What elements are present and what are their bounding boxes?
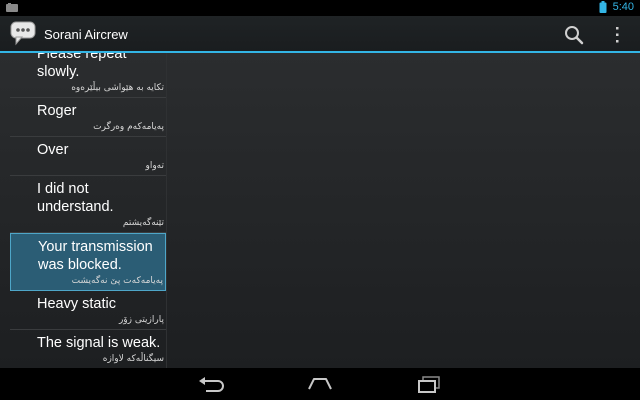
search-icon[interactable] xyxy=(564,25,584,45)
list-item[interactable]: Please repeat slowly. تکایە بە هێواشی بی… xyxy=(10,53,166,98)
recent-apps-icon[interactable] xyxy=(414,374,444,394)
phrase-english: I did not understand. xyxy=(37,181,114,215)
status-bar: 5:40 xyxy=(0,0,640,16)
phrase-sorani: تکایە بە هێواشی بیڵێرەوە xyxy=(71,83,164,93)
list-item[interactable]: The signal is weak. سیگناڵەکە لاوازە xyxy=(10,330,166,368)
status-time: 5:40 xyxy=(612,1,634,13)
back-icon[interactable] xyxy=(196,374,226,394)
phrase-english: Your transmission was blocked. xyxy=(38,239,153,273)
phrase-sorani: پەیامەکەت پێ نەگەیشت xyxy=(71,276,163,286)
phrase-sorani: تێنەگەیشتم xyxy=(122,218,164,228)
phrase-sorani: پەیامەکەم وەرگرت xyxy=(93,122,164,132)
navigation-bar xyxy=(0,368,640,400)
list-item-selected[interactable]: Your transmission was blocked. پەیامەکەت… xyxy=(10,233,166,291)
phrase-english: Please repeat slowly. xyxy=(37,53,127,80)
list-item[interactable]: Heavy static پارازیتی زۆر xyxy=(10,291,166,330)
action-bar: Sorani Aircrew xyxy=(0,16,640,53)
phrase-english: Roger xyxy=(37,103,77,119)
phrase-english: The signal is weak. xyxy=(37,335,161,351)
content-area: Please repeat slowly. تکایە بە هێواشی بی… xyxy=(0,53,640,368)
list-item[interactable]: I did not understand. تێنەگەیشتم xyxy=(10,176,166,233)
list-item[interactable]: Roger پەیامەکەم وەرگرت xyxy=(10,98,166,137)
phrase-list: Please repeat slowly. تکایە بە هێواشی بی… xyxy=(10,53,166,368)
notification-icon xyxy=(6,3,18,12)
phrase-sorani: سیگناڵەکە لاوازە xyxy=(102,354,164,364)
app-title: Sorani Aircrew xyxy=(44,27,128,42)
home-icon[interactable] xyxy=(305,374,335,394)
speech-bubbles-icon[interactable] xyxy=(10,21,38,47)
phrase-sorani: تەواو xyxy=(145,161,164,171)
overflow-menu-icon[interactable] xyxy=(612,25,622,45)
phrase-english: Over xyxy=(37,142,69,158)
battery-icon xyxy=(599,1,607,13)
detail-pane xyxy=(167,53,640,368)
phrase-list-pane[interactable]: Please repeat slowly. تکایە بە هێواشی بی… xyxy=(10,53,167,368)
phrase-sorani: پارازیتی زۆر xyxy=(118,315,164,325)
phrase-english: Heavy static xyxy=(37,296,116,312)
list-item[interactable]: Over تەواو xyxy=(10,137,166,176)
